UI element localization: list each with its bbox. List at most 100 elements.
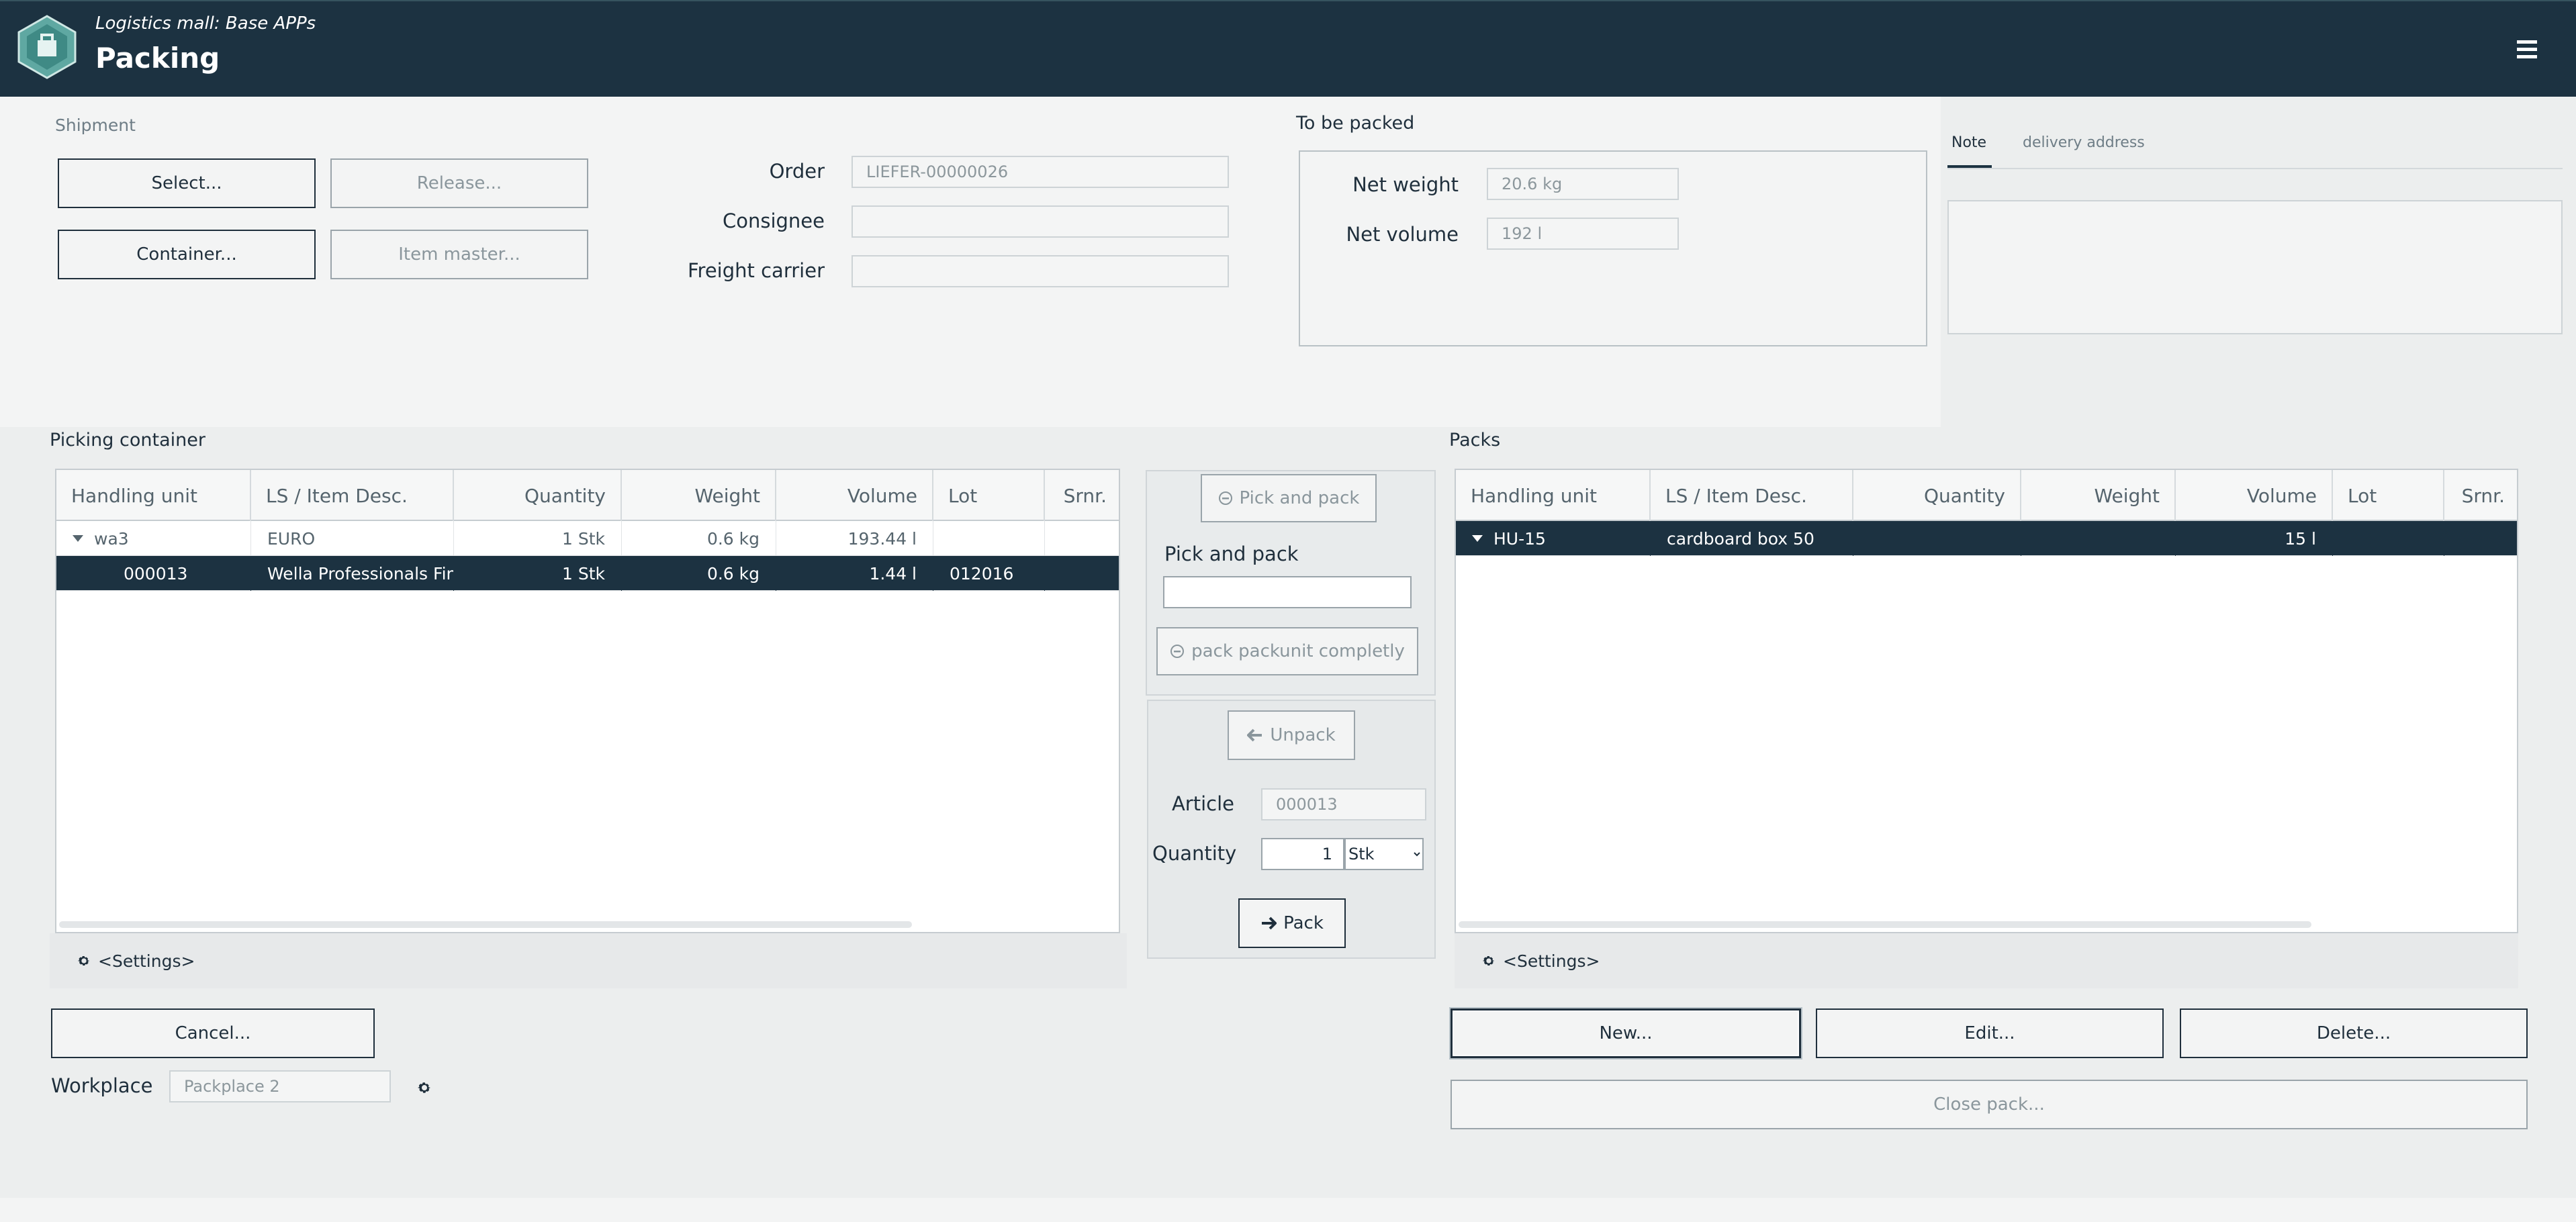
- lot-cell: [933, 521, 1045, 556]
- arrow-right-icon: [1262, 916, 1277, 930]
- app-subtitle: Logistics mall: Base APPs: [95, 13, 316, 34]
- weight-cell: [2021, 521, 2176, 556]
- column-header[interactable]: Handling unit: [56, 470, 251, 521]
- delete-button[interactable]: Delete...: [2180, 1008, 2528, 1058]
- packs-settings-bar[interactable]: <Settings>: [1455, 933, 2518, 988]
- column-header[interactable]: Srnr.: [2444, 470, 2517, 521]
- column-header[interactable]: Srnr.: [1045, 470, 1119, 521]
- desc-cell: EURO: [251, 521, 454, 556]
- freight-carrier-label: Freight carrier: [687, 259, 825, 282]
- tab-note[interactable]: Note: [1951, 134, 1986, 151]
- table-header: Handling unit LS / Item Desc. Quantity W…: [1456, 470, 2517, 521]
- consignee-field[interactable]: [852, 205, 1229, 238]
- quantity-label: Quantity: [1152, 842, 1237, 865]
- pack-packunit-completely-button[interactable]: pack packunit completly: [1156, 627, 1418, 675]
- quantity-cell: 1 Stk: [454, 521, 622, 556]
- net-volume-field: 192 l: [1487, 218, 1679, 250]
- column-header[interactable]: Weight: [2021, 470, 2176, 521]
- select-button[interactable]: Select...: [58, 158, 316, 208]
- table-header: Handling unit LS / Item Desc. Quantity W…: [56, 470, 1119, 521]
- weight-cell: 0.6 kg: [622, 556, 776, 591]
- net-volume-label: Net volume: [1346, 223, 1459, 246]
- table-row-selected[interactable]: 000013 Wella Professionals Finisl 1 Stk …: [56, 556, 1119, 591]
- item-master-button[interactable]: Item master...: [330, 230, 588, 279]
- close-pack-button[interactable]: Close pack...: [1451, 1080, 2528, 1129]
- net-weight-label: Net weight: [1352, 173, 1459, 196]
- app-logo-icon: [17, 15, 77, 79]
- net-weight-field: 20.6 kg: [1487, 168, 1679, 200]
- unit-select[interactable]: Stk: [1344, 838, 1424, 870]
- minus-circle-icon: [1218, 491, 1232, 505]
- gear-icon: [1482, 955, 1495, 966]
- pick-and-pack-label: Pick and pack: [1164, 543, 1299, 565]
- column-header[interactable]: Quantity: [1853, 470, 2021, 521]
- desc-cell: Wella Professionals Finisl: [251, 556, 454, 591]
- release-button[interactable]: Release...: [330, 158, 588, 208]
- pack-button[interactable]: Pack: [1238, 898, 1346, 948]
- packs-table: Handling unit LS / Item Desc. Quantity W…: [1455, 469, 2518, 933]
- column-header[interactable]: LS / Item Desc.: [1651, 470, 1853, 521]
- article-label: Article: [1171, 792, 1234, 815]
- desc-cell: cardboard box 50: [1651, 521, 1853, 556]
- unpack-button[interactable]: Unpack: [1228, 710, 1355, 760]
- workplace-label: Workplace: [51, 1074, 153, 1097]
- handling-unit-cell: 000013: [56, 556, 251, 591]
- settings-link[interactable]: <Settings>: [1503, 951, 1600, 971]
- column-header[interactable]: Volume: [776, 470, 933, 521]
- page-title: Packing: [95, 42, 220, 75]
- article-field: 000013: [1261, 788, 1426, 820]
- hamburger-menu-icon[interactable]: [2517, 40, 2537, 59]
- handling-unit-cell: wa3: [94, 528, 129, 549]
- tab-divider: [1947, 168, 2563, 169]
- column-header[interactable]: Handling unit: [1456, 470, 1651, 521]
- quantity-input[interactable]: 1: [1261, 838, 1344, 870]
- srnr-cell: [2444, 521, 2517, 556]
- freight-carrier-field[interactable]: [852, 255, 1229, 287]
- consignee-label: Consignee: [722, 209, 825, 232]
- volume-cell: 15 l: [2176, 521, 2333, 556]
- pick-and-pack-button[interactable]: Pick and pack: [1201, 474, 1377, 522]
- minus-circle-icon: [1170, 645, 1185, 658]
- horizontal-scrollbar[interactable]: [59, 921, 912, 928]
- cancel-button[interactable]: Cancel...: [51, 1008, 375, 1058]
- note-textarea[interactable]: [1947, 200, 2563, 334]
- handling-unit-cell: HU-15: [1493, 528, 1546, 549]
- quantity-cell: 1 Stk: [454, 556, 622, 591]
- horizontal-scrollbar[interactable]: [1459, 921, 2311, 928]
- weight-cell: 0.6 kg: [622, 521, 776, 556]
- column-header[interactable]: Lot: [2333, 470, 2444, 521]
- workplace-field: Packplace 2: [169, 1070, 391, 1102]
- footer-strip: [0, 1198, 2576, 1222]
- tab-delivery-address[interactable]: delivery address: [2023, 134, 2145, 151]
- volume-cell: 1.44 l: [776, 556, 933, 591]
- edit-button[interactable]: Edit...: [1816, 1008, 2164, 1058]
- gear-icon[interactable]: [416, 1080, 432, 1096]
- pick-and-pack-input[interactable]: [1163, 576, 1412, 608]
- quantity-cell: [1853, 521, 2021, 556]
- caret-down-icon[interactable]: [73, 535, 83, 542]
- shipment-section-label: Shipment: [55, 115, 136, 135]
- picking-settings-bar[interactable]: <Settings>: [50, 933, 1127, 988]
- column-header[interactable]: Volume: [2176, 470, 2333, 521]
- volume-cell: 193.44 l: [776, 521, 933, 556]
- picking-container-table: Handling unit LS / Item Desc. Quantity W…: [55, 469, 1120, 933]
- settings-link[interactable]: <Settings>: [98, 951, 195, 971]
- lot-cell: [2333, 521, 2444, 556]
- column-header[interactable]: Weight: [622, 470, 776, 521]
- table-row[interactable]: wa3 EURO 1 Stk 0.6 kg 193.44 l: [56, 521, 1119, 556]
- column-header[interactable]: Lot: [933, 470, 1045, 521]
- new-button[interactable]: New...: [1451, 1008, 1801, 1058]
- srnr-cell: [1045, 556, 1119, 591]
- container-button[interactable]: Container...: [58, 230, 316, 279]
- order-field[interactable]: LIEFER-00000026: [852, 156, 1229, 188]
- table-row-selected[interactable]: HU-15 cardboard box 50 15 l: [1456, 521, 2517, 556]
- app-header: [0, 0, 2576, 97]
- gear-icon: [77, 955, 90, 966]
- caret-down-icon[interactable]: [1472, 535, 1483, 542]
- lot-cell: 012016: [933, 556, 1045, 591]
- order-label: Order: [769, 160, 825, 183]
- column-header[interactable]: LS / Item Desc.: [251, 470, 454, 521]
- srnr-cell: [1045, 521, 1119, 556]
- arrow-left-icon: [1247, 728, 1262, 742]
- column-header[interactable]: Quantity: [454, 470, 622, 521]
